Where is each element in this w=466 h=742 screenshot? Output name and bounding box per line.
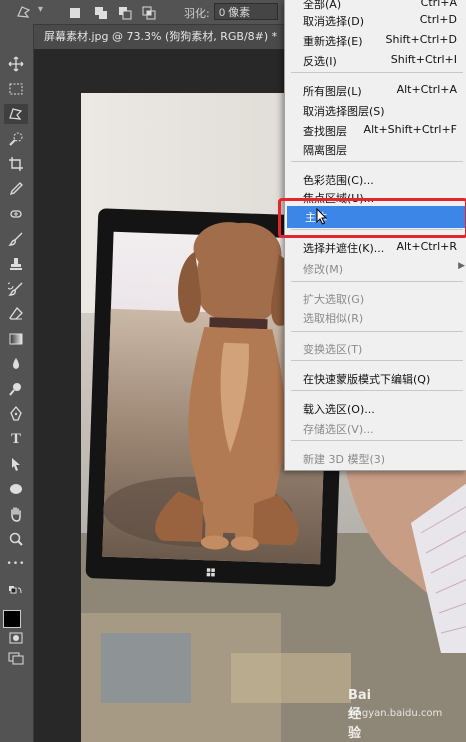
- feather-input[interactable]: [214, 3, 278, 20]
- menu-item: 新建 3D 模型(3): [285, 448, 466, 468]
- menu-item-label: 取消选择图层(S): [303, 105, 385, 118]
- crop-tool-icon[interactable]: [4, 154, 28, 174]
- tools-panel: T •••: [0, 24, 34, 742]
- menu-item[interactable]: 隔离图层: [285, 139, 466, 159]
- menu-item[interactable]: 在快速蒙版模式下编辑(Q): [285, 368, 466, 388]
- menu-item[interactable]: 载入选区(O)...: [285, 398, 466, 418]
- gradient-tool-icon[interactable]: [4, 329, 28, 349]
- menu-item-label: 在快速蒙版模式下编辑(Q): [303, 373, 431, 386]
- menu-item-label: 存储选区(V)...: [303, 423, 374, 436]
- eyedropper-tool-icon[interactable]: [4, 179, 28, 199]
- menu-item: 扩大选取(G): [285, 288, 466, 308]
- menu-item-label: 变换选区(T): [303, 343, 363, 356]
- menu-item[interactable]: 所有图层(L) Alt+Ctrl+A: [285, 80, 466, 100]
- menu-item[interactable]: 色彩范围(C)...: [285, 169, 466, 189]
- menu-item-label: 色彩范围(C)...: [303, 174, 374, 187]
- menu-separator: [291, 161, 463, 162]
- path-selection-tool-icon[interactable]: [4, 454, 28, 474]
- document-tab[interactable]: 屏幕素材.jpg @ 73.3% (狗狗素材, RGB/8#) *: [34, 25, 286, 49]
- menu-item-label: 取消选择(D): [303, 15, 365, 28]
- menu-separator: [291, 440, 463, 441]
- menu-item-shortcut: Shift+Ctrl+D: [385, 33, 457, 46]
- brush-tool-icon[interactable]: [4, 229, 28, 249]
- feather-label: 羽化:: [184, 7, 210, 20]
- blur-tool-icon[interactable]: [4, 354, 28, 374]
- menu-item-label: 新建 3D 模型(3): [303, 453, 386, 466]
- add-to-selection-button[interactable]: [94, 5, 108, 19]
- menu-separator: [291, 72, 463, 73]
- healing-brush-tool-icon[interactable]: [4, 204, 28, 224]
- intersect-selection-button[interactable]: [142, 5, 156, 20]
- lasso-tool-icon[interactable]: [4, 104, 28, 124]
- polygonal-lasso-icon[interactable]: [16, 4, 32, 20]
- menu-item-label: 隔离图层: [303, 144, 347, 157]
- menu-item-shortcut: Shift+Ctrl+I: [390, 53, 457, 66]
- history-brush-tool-icon[interactable]: [4, 279, 28, 299]
- menu-item[interactable]: 取消选择图层(S): [285, 100, 466, 120]
- menu-separator: [291, 390, 463, 391]
- menu-item-label: 载入选区(O)...: [303, 403, 375, 416]
- move-tool-icon[interactable]: [4, 54, 28, 74]
- menu-item-label: 反选(I): [303, 55, 337, 68]
- menu-separator: [291, 360, 463, 361]
- menu-item: 变换选区(T): [285, 338, 466, 358]
- more-tools-icon[interactable]: •••: [4, 554, 28, 574]
- menu-item-label: 查找图层: [303, 125, 347, 138]
- menu-item[interactable]: 重新选择(E) Shift+Ctrl+D: [285, 30, 466, 50]
- menu-item: 存储选区(V)...: [285, 418, 466, 438]
- hand-tool-icon[interactable]: [4, 504, 28, 524]
- quick-selection-tool-icon[interactable]: [4, 129, 28, 149]
- menu-item-label: 选取相似(R): [303, 312, 364, 325]
- tool-preset-dropdown-icon[interactable]: ▾: [38, 4, 54, 20]
- dodge-tool-icon[interactable]: [4, 379, 28, 399]
- menu-separator: [291, 281, 463, 282]
- submenu-arrow-icon: ▶: [458, 261, 465, 271]
- menu-item: 修改(M) ▶: [285, 258, 466, 278]
- menu-item-shortcut: Ctrl+D: [419, 13, 457, 26]
- clone-stamp-tool-icon[interactable]: [4, 254, 28, 274]
- menu-item-label: 所有图层(L): [303, 85, 362, 98]
- menu-item-label: 修改(M): [303, 263, 344, 276]
- watermark-url: jingyan.baidu.com: [350, 708, 443, 719]
- quick-mask-icon[interactable]: [4, 628, 28, 648]
- annotation-highlight-box: [278, 198, 466, 238]
- menu-item[interactable]: 选择并遮住(K)... Alt+Ctrl+R: [285, 237, 466, 257]
- pen-tool-icon[interactable]: [4, 404, 28, 424]
- subtract-from-selection-button[interactable]: [118, 5, 132, 20]
- screen-mode-icon[interactable]: [4, 648, 28, 668]
- type-tool-icon[interactable]: T: [4, 429, 28, 449]
- ellipse-tool-icon[interactable]: [4, 479, 28, 499]
- menu-item-shortcut: Alt+Ctrl+R: [396, 240, 457, 253]
- menu-item-label: 扩大选取(G): [303, 293, 365, 306]
- eraser-tool-icon[interactable]: [4, 304, 28, 324]
- swap-colors-icon[interactable]: [4, 586, 28, 600]
- menu-item-shortcut: Ctrl+A: [420, 0, 457, 9]
- menu-item[interactable]: 查找图层 Alt+Shift+Ctrl+F: [285, 120, 466, 140]
- menu-item[interactable]: 反选(I) Shift+Ctrl+I: [285, 50, 466, 70]
- menu-item[interactable]: 取消选择(D) Ctrl+D: [285, 10, 466, 30]
- menu-item-label: 重新选择(E): [303, 35, 363, 48]
- zoom-tool-icon[interactable]: [4, 529, 28, 549]
- document-title: 屏幕素材.jpg @ 73.3% (狗狗素材, RGB/8#) *: [44, 30, 278, 43]
- new-selection-button[interactable]: [68, 5, 82, 19]
- menu-separator: [291, 331, 463, 332]
- foreground-color-swatch[interactable]: [3, 610, 21, 628]
- menu-item-shortcut: Alt+Shift+Ctrl+F: [363, 123, 457, 136]
- menu-item-label: 选择并遮住(K)...: [303, 242, 385, 255]
- menu-item-shortcut: Alt+Ctrl+A: [396, 83, 457, 96]
- marquee-tool-icon[interactable]: [4, 79, 28, 99]
- mouse-cursor-icon: [316, 207, 328, 230]
- menu-item: 选取相似(R): [285, 307, 466, 327]
